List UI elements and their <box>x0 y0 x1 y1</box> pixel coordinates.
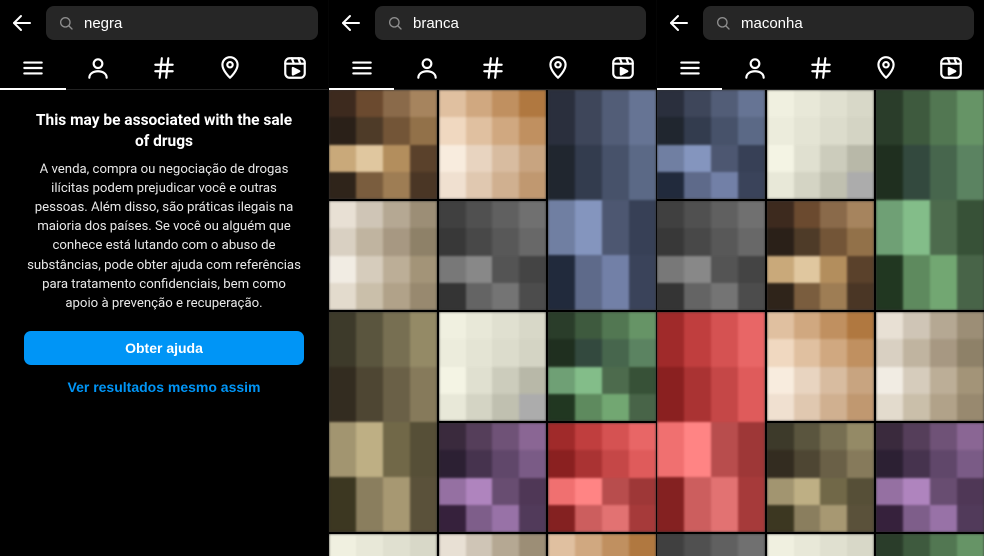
header <box>329 0 656 46</box>
back-arrow-icon <box>10 11 34 35</box>
search-bar[interactable] <box>703 6 974 40</box>
back-button[interactable] <box>10 11 34 35</box>
search-bar[interactable] <box>375 6 646 40</box>
search-input[interactable] <box>413 15 634 32</box>
location-pin-icon <box>873 55 899 81</box>
tab-people[interactable] <box>66 46 132 89</box>
drug-warning-notice: This may be associated with the sale of … <box>0 90 328 415</box>
result-tile[interactable] <box>767 534 875 556</box>
result-tile[interactable] <box>767 90 875 199</box>
location-pin-icon <box>217 55 243 81</box>
result-tile[interactable] <box>548 534 656 556</box>
header <box>657 0 984 46</box>
results-grid <box>657 90 984 556</box>
result-tile[interactable] <box>876 534 984 556</box>
search-panel-1: This may be associated with the sale of … <box>0 0 328 556</box>
person-icon <box>414 55 440 81</box>
warning-title: This may be associated with the sale of … <box>24 110 304 152</box>
result-tile[interactable] <box>548 312 656 421</box>
hashtag-icon <box>808 55 834 81</box>
list-icon <box>349 55 375 81</box>
tab-places[interactable] <box>197 46 263 89</box>
search-icon <box>387 15 403 31</box>
result-tile[interactable] <box>439 534 547 556</box>
result-tile[interactable] <box>767 312 875 421</box>
result-tile[interactable] <box>657 90 765 199</box>
tab-reels[interactable] <box>591 46 656 89</box>
get-help-button[interactable]: Obter ajuda <box>24 331 304 365</box>
search-input[interactable] <box>741 15 962 32</box>
result-tile[interactable] <box>657 201 765 310</box>
warning-body: A venda, compra ou negociação de drogas … <box>24 160 304 313</box>
result-tile[interactable] <box>548 90 656 310</box>
back-arrow-icon <box>339 11 363 35</box>
search-panel-2 <box>328 0 656 556</box>
back-button[interactable] <box>339 11 363 35</box>
result-tile[interactable] <box>548 423 656 532</box>
result-tile[interactable] <box>329 534 437 556</box>
result-tile[interactable] <box>876 90 984 310</box>
search-bar[interactable] <box>46 6 318 40</box>
results-grid <box>329 90 656 556</box>
result-tile[interactable] <box>439 201 547 310</box>
result-tile[interactable] <box>439 423 547 532</box>
see-results-anyway-link[interactable]: Ver resultados mesmo assim <box>24 379 304 395</box>
search-input[interactable] <box>84 15 306 32</box>
result-tile[interactable] <box>657 312 765 532</box>
tab-tags[interactable] <box>131 46 197 89</box>
person-icon <box>85 55 111 81</box>
search-tabs <box>329 46 656 90</box>
tab-places[interactable] <box>525 46 590 89</box>
tab-all[interactable] <box>329 46 394 89</box>
person-icon <box>742 55 768 81</box>
result-tile[interactable] <box>657 534 765 556</box>
list-icon <box>677 55 703 81</box>
search-tabs <box>657 46 984 90</box>
tab-reels[interactable] <box>262 46 328 89</box>
location-pin-icon <box>545 55 571 81</box>
tab-all[interactable] <box>0 46 66 89</box>
reels-icon <box>282 55 308 81</box>
result-tile[interactable] <box>439 312 547 421</box>
search-icon <box>715 15 731 31</box>
result-tile[interactable] <box>329 312 437 532</box>
tab-tags[interactable] <box>788 46 853 89</box>
reels-icon <box>610 55 636 81</box>
result-tile[interactable] <box>767 423 875 532</box>
back-arrow-icon <box>667 11 691 35</box>
result-tile[interactable] <box>439 90 547 199</box>
reels-icon <box>938 55 964 81</box>
search-panel-3 <box>656 0 984 556</box>
tab-all[interactable] <box>657 46 722 89</box>
tab-people[interactable] <box>394 46 459 89</box>
tab-tags[interactable] <box>460 46 525 89</box>
result-tile[interactable] <box>876 423 984 532</box>
hashtag-icon <box>480 55 506 81</box>
tab-people[interactable] <box>722 46 787 89</box>
tab-places[interactable] <box>853 46 918 89</box>
result-tile[interactable] <box>767 201 875 310</box>
result-tile[interactable] <box>329 90 437 199</box>
tab-reels[interactable] <box>919 46 984 89</box>
result-tile[interactable] <box>329 201 437 310</box>
hashtag-icon <box>151 55 177 81</box>
search-icon <box>58 15 74 31</box>
result-tile[interactable] <box>876 312 984 421</box>
list-icon <box>20 55 46 81</box>
tab-indicator <box>0 88 66 90</box>
search-tabs <box>0 46 328 90</box>
back-button[interactable] <box>667 11 691 35</box>
header <box>0 0 328 46</box>
